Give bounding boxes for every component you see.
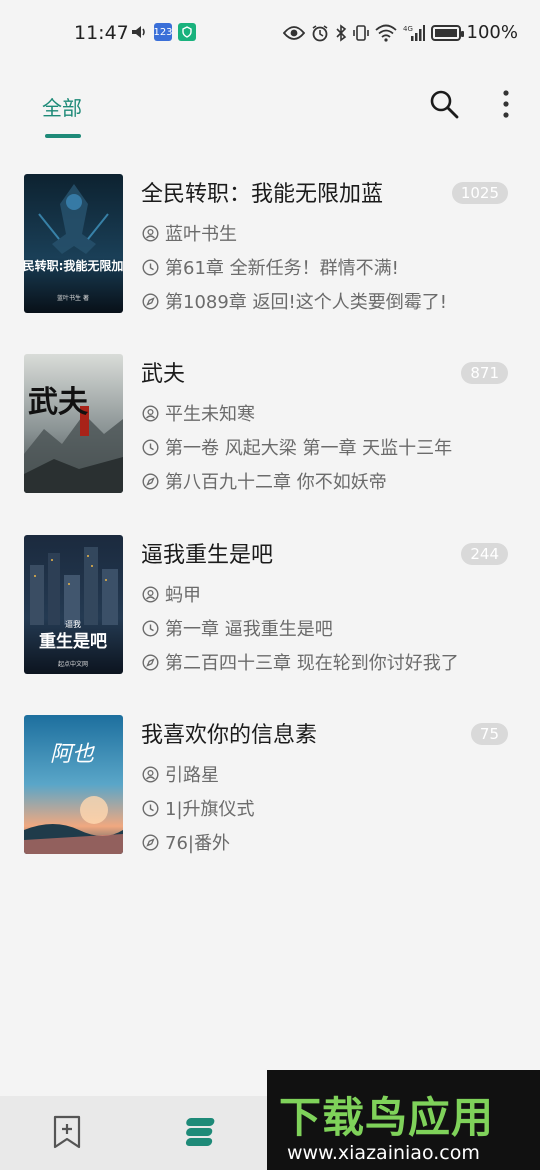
shield-app-icon xyxy=(178,23,196,41)
book-item[interactable]: 武夫 武夫 871 平生未知寒 第一卷 风起大梁 第一章 天监十三年 第八百九十… xyxy=(0,354,540,504)
cover-author: 蓝叶书生 著 xyxy=(57,294,89,302)
person-icon xyxy=(142,224,159,242)
compass-icon xyxy=(142,833,159,851)
person-icon xyxy=(142,404,159,422)
book-cover[interactable]: 逼我 重生是吧 起点中文网 xyxy=(24,535,123,674)
book-title: 全民转职：我能无限加蓝 xyxy=(141,182,384,207)
author-name: 蓝叶书生 xyxy=(165,224,237,245)
latest-chapter-row: 第1089章 返回!这个人类要倒霉了! xyxy=(142,288,447,314)
author-row: 引路星 xyxy=(142,761,219,787)
latest-chapter-row: 76|番外 xyxy=(142,829,230,855)
latest-chapter-row: 第八百九十二章 你不如妖帝 xyxy=(142,468,387,494)
last-read-chapter: 第一章 逼我重生是吧 xyxy=(165,619,333,640)
book-item[interactable]: 阿也 我喜欢你的信息素 75 引路星 1|升旗仪式 76|番外 xyxy=(0,715,540,865)
tab-all[interactable]: 全部 xyxy=(42,92,82,121)
cover-title: 全民转职:我能无限加蓝 xyxy=(24,258,123,273)
last-read-row: 第61章 全新任务！群情不满! xyxy=(142,254,399,280)
book-cover[interactable]: 阿也 xyxy=(24,715,123,854)
latest-chapter-row: 第二百四十三章 现在轮到你讨好我了 xyxy=(142,649,459,675)
battery-level xyxy=(434,28,457,37)
latest-chapter: 第1089章 返回!这个人类要倒霉了! xyxy=(165,292,447,313)
unread-count-badge: 244 xyxy=(461,543,508,565)
compass-icon xyxy=(142,653,159,671)
more-options-icon[interactable] xyxy=(496,88,516,120)
last-read-chapter: 第61章 全新任务！群情不满! xyxy=(165,258,399,279)
book-title: 武夫 xyxy=(141,362,186,387)
watermark-logo: 下载鸟应用 www.xiazainiao.com xyxy=(267,1070,540,1170)
notification-icons: 123 xyxy=(130,23,196,41)
compass-icon xyxy=(142,292,159,310)
network-type-label: 4G xyxy=(403,25,413,33)
last-read-row: 第一章 逼我重生是吧 xyxy=(142,615,333,641)
author-row: 平生未知寒 xyxy=(142,400,255,426)
author-name: 蚂甲 xyxy=(165,585,201,606)
person-icon xyxy=(142,585,159,603)
clock-icon xyxy=(142,258,159,276)
battery-icon xyxy=(430,24,464,41)
latest-chapter: 第八百九十二章 你不如妖帝 xyxy=(165,472,387,493)
speaker-icon xyxy=(132,26,145,38)
cellular-signal-icon: 4G xyxy=(403,24,425,41)
book-item[interactable]: 全民转职:我能无限加蓝 蓝叶书生 著 全民转职：我能无限加蓝 1025 蓝叶书生… xyxy=(0,174,540,324)
alarm-icon xyxy=(312,24,327,41)
cover-title: 阿也 xyxy=(50,742,95,767)
clock-icon xyxy=(142,438,159,456)
unread-count-badge: 75 xyxy=(470,723,508,745)
book-item[interactable]: 逼我 重生是吧 起点中文网 逼我重生是吧 244 蚂甲 第一章 逼我重生是吧 第… xyxy=(0,535,540,685)
cover-image: 逼我 重生是吧 起点中文网 xyxy=(24,535,123,674)
status-bar: 11:47 123 4G 100% xyxy=(0,0,540,66)
book-title: 逼我重生是吧 xyxy=(141,543,274,568)
unread-count-badge: 871 xyxy=(461,362,508,384)
compass-icon xyxy=(142,472,159,490)
eye-icon xyxy=(282,25,305,40)
search-icon[interactable] xyxy=(428,88,460,120)
last-read-row: 1|升旗仪式 xyxy=(142,795,255,821)
book-cover[interactable]: 武夫 xyxy=(24,354,123,493)
unread-count-badge: 1025 xyxy=(451,182,508,204)
bookshelf-icon[interactable] xyxy=(184,1114,220,1150)
last-read-chapter: 1|升旗仪式 xyxy=(165,799,255,820)
clock-icon xyxy=(142,799,159,817)
author-row: 蓝叶书生 xyxy=(142,220,237,246)
author-row: 蚂甲 xyxy=(142,581,201,607)
cover-small: 逼我 xyxy=(65,619,81,629)
watermark-title: 下载鸟应用 xyxy=(279,1093,495,1142)
app-123-icon: 123 xyxy=(153,23,173,41)
battery-percent: 100% xyxy=(466,22,518,43)
clock: 11:47 xyxy=(74,22,129,44)
latest-chapter: 76|番外 xyxy=(165,833,230,854)
wifi-icon xyxy=(374,24,397,42)
bookmark-add-icon[interactable] xyxy=(50,1114,84,1150)
cover-title: 武夫 xyxy=(28,385,89,420)
cover-publisher: 起点中文网 xyxy=(58,660,88,668)
cover-image: 阿也 xyxy=(24,715,123,854)
latest-chapter: 第二百四十三章 现在轮到你讨好我了 xyxy=(165,653,459,674)
last-read-chapter: 第一卷 风起大梁 第一章 天监十三年 xyxy=(165,438,453,459)
person-icon xyxy=(142,765,159,783)
book-cover[interactable]: 全民转职:我能无限加蓝 蓝叶书生 著 xyxy=(24,174,123,313)
last-read-row: 第一卷 风起大梁 第一章 天监十三年 xyxy=(142,434,452,460)
cover-image: 武夫 xyxy=(24,354,123,493)
bluetooth-icon xyxy=(335,23,346,42)
vibrate-icon xyxy=(352,24,369,41)
system-icons: 4G 100% xyxy=(282,22,518,43)
cover-title: 重生是吧 xyxy=(39,631,107,652)
author-name: 平生未知寒 xyxy=(165,404,255,425)
watermark-url: www.xiazainiao.com xyxy=(287,1142,480,1164)
author-name: 引路星 xyxy=(165,765,219,786)
cover-image: 全民转职:我能无限加蓝 蓝叶书生 著 xyxy=(24,174,123,313)
book-title: 我喜欢你的信息素 xyxy=(141,723,318,748)
clock-icon xyxy=(142,619,159,637)
tab-indicator xyxy=(45,134,81,138)
